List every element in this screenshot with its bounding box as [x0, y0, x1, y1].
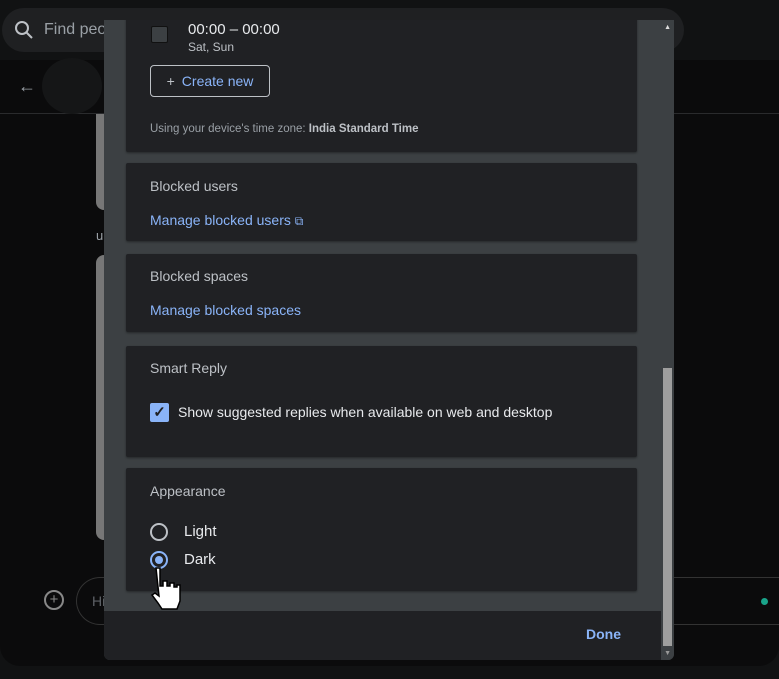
light-radio[interactable]	[150, 523, 168, 541]
section-title: Blocked spaces	[150, 268, 249, 284]
sender-label: u	[96, 228, 104, 243]
plus-icon: +	[166, 73, 175, 89]
scrollbar-thumb[interactable]	[663, 368, 672, 646]
manage-blocked-users-link[interactable]: Manage blocked users ⧉	[150, 212, 303, 229]
section-title: Blocked users	[150, 178, 238, 194]
status-dot	[761, 598, 768, 605]
day-checkbox[interactable]	[151, 26, 168, 43]
light-label: Light	[184, 523, 217, 540]
section-title: Smart Reply	[150, 360, 228, 376]
open-in-new-icon: ⧉	[294, 214, 304, 228]
dark-label: Dark	[184, 551, 216, 568]
done-button[interactable]: Done	[586, 626, 621, 642]
link-label: Manage blocked users	[150, 212, 291, 228]
smart-reply-checkbox[interactable]: ✓	[150, 403, 169, 422]
section-title: Appearance	[150, 483, 226, 499]
avatar	[42, 58, 102, 114]
create-new-button[interactable]: + Create new	[150, 65, 270, 97]
scrollbar[interactable]: ▲ ▼	[661, 20, 674, 660]
manage-blocked-spaces-link[interactable]: Manage blocked spaces	[150, 302, 301, 318]
smart-reply-section: Smart Reply ✓ Show suggested replies whe…	[126, 346, 637, 457]
add-icon[interactable]: +	[44, 590, 64, 610]
create-new-label: Create new	[181, 73, 254, 89]
dialog-footer: Done	[104, 611, 661, 660]
blocked-users-section: Blocked users Manage blocked users ⧉	[126, 163, 637, 241]
timezone-note: Using your device's time zone: India Sta…	[150, 123, 419, 135]
scroll-up-icon[interactable]: ▲	[664, 24, 671, 31]
blocked-spaces-section: Blocked spaces Manage blocked spaces	[126, 254, 637, 332]
back-arrow-icon[interactable]: ←	[18, 76, 36, 97]
appearance-section: Appearance Light Dark	[126, 468, 637, 591]
days-label: Sat, Sun	[188, 40, 235, 54]
timezone-value: India Standard Time	[308, 123, 419, 135]
settings-dialog: 00:00 – 00:00 Sat, Sun + Create new Usin…	[104, 20, 674, 660]
smart-reply-label: Show suggested replies when available on…	[178, 404, 553, 420]
working-hours-section: 00:00 – 00:00 Sat, Sun + Create new Usin…	[126, 20, 637, 152]
search-icon	[15, 21, 33, 39]
scroll-down-icon[interactable]: ▼	[664, 650, 671, 657]
time-range: 00:00 – 00:00	[188, 21, 280, 38]
timezone-prefix: Using your device's time zone:	[150, 123, 309, 135]
hand-cursor-icon	[150, 567, 181, 610]
search-placeholder: Find peo	[44, 21, 107, 38]
